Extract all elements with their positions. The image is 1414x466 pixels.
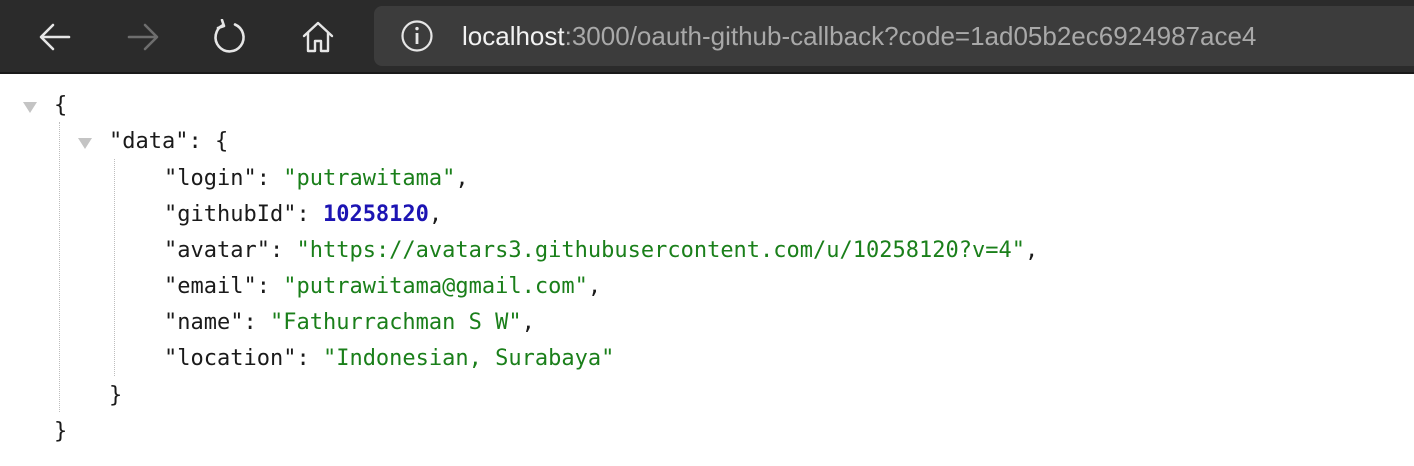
json-key: "location": [164, 346, 297, 371]
json-value: 10258120: [322, 202, 429, 227]
data-indent-guide: [114, 159, 115, 376]
root-close-brace: }: [54, 419, 68, 444]
root-open-brace: {: [54, 93, 68, 118]
home-button[interactable]: [291, 10, 345, 64]
json-field-line: "name": "Fathurrachman S W",: [164, 310, 535, 335]
back-button[interactable]: [28, 10, 82, 64]
json-value: "Indonesian, Surabaya": [322, 346, 615, 371]
json-field-line: "login": "putrawitama",: [164, 166, 469, 191]
address-bar[interactable]: localhost:3000/oauth-github-callback?cod…: [374, 6, 1414, 66]
back-arrow-icon: [39, 23, 71, 51]
json-viewer: { "data": { "login": "putrawitama", "gith…: [0, 76, 1414, 466]
json-key: "login": [164, 166, 257, 191]
forward-arrow-icon: [127, 23, 159, 51]
reload-icon: [214, 19, 245, 53]
json-value: "putrawitama@gmail.com": [283, 274, 588, 299]
json-value: "Fathurrachman S W": [269, 310, 522, 335]
json-field-line: "location": "Indonesian, Surabaya": [164, 346, 615, 371]
json-field-line: "avatar": "https://avatars3.githubuserco…: [164, 238, 1039, 263]
data-close-brace: }: [109, 383, 123, 408]
home-icon: [302, 21, 334, 53]
json-key: "data": [109, 129, 189, 154]
json-field-line: "githubId": 10258120,: [164, 202, 443, 227]
json-key: "avatar": [164, 238, 270, 263]
browser-toolbar: localhost:3000/oauth-github-callback?cod…: [0, 0, 1414, 74]
json-comma: ,: [587, 274, 602, 299]
data-open-brace: {: [214, 129, 229, 154]
json-comma: ,: [428, 202, 443, 227]
json-value: "putrawitama": [283, 166, 456, 191]
url-path: :3000/oauth-github-callback?code=1ad05b2…: [564, 21, 1257, 51]
json-value: "https://avatars3.githubusercontent.com/…: [296, 238, 1025, 263]
json-key: "name": [164, 310, 244, 335]
json-comma: ,: [1024, 238, 1039, 263]
json-field-line: "email": "putrawitama@gmail.com",: [164, 274, 602, 299]
reload-button[interactable]: [203, 10, 257, 64]
json-key: "githubId": [164, 202, 297, 227]
json-comma: ,: [521, 310, 535, 335]
data-collapse-toggle-icon[interactable]: [78, 138, 92, 149]
json-comma: ,: [455, 166, 469, 191]
root-collapse-toggle-icon[interactable]: [23, 102, 37, 113]
url-text[interactable]: localhost:3000/oauth-github-callback?cod…: [462, 19, 1256, 53]
info-icon[interactable]: [400, 19, 434, 53]
forward-button[interactable]: [116, 10, 170, 64]
data-key-line: "data": {: [109, 129, 229, 154]
url-host: localhost: [462, 21, 565, 51]
json-key: "email": [164, 274, 257, 299]
root-indent-guide: [59, 122, 60, 412]
